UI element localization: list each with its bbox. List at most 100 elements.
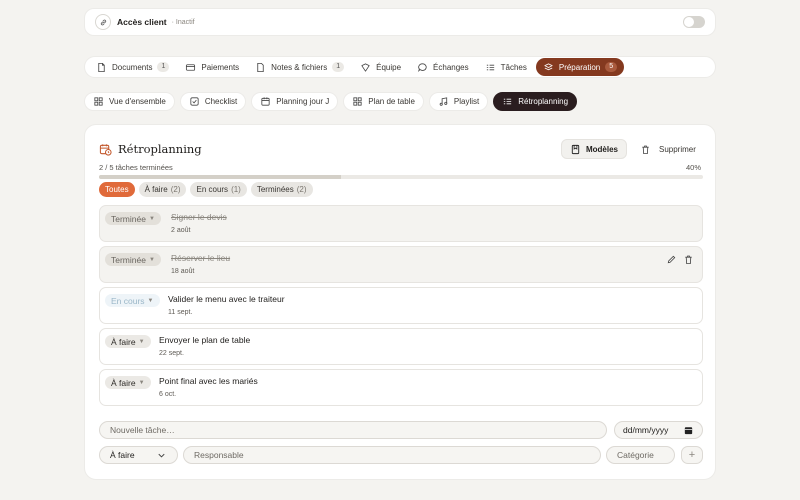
chevron-down-icon: ▼: [138, 379, 145, 386]
filter-label: En cours: [196, 185, 229, 194]
filter-a-faire[interactable]: À faire (2): [138, 182, 187, 197]
owner-input[interactable]: Responsable: [183, 446, 601, 464]
new-task-placeholder: Nouvelle tâche…: [110, 425, 175, 435]
task-row[interactable]: Terminée ▼ Signer le devis 2 août: [99, 205, 703, 242]
task-row[interactable]: À faire ▼ Envoyer le plan de table 22 sep…: [99, 328, 703, 365]
owner-placeholder: Responsable: [194, 450, 244, 460]
subtab-vue-ensemble[interactable]: Vue d'ensemble: [84, 92, 175, 111]
new-task-input[interactable]: Nouvelle tâche…: [99, 421, 607, 439]
chevron-down-icon: ▼: [138, 338, 145, 345]
chevron-down-icon: [156, 450, 167, 461]
task-date: 2 août: [171, 227, 191, 234]
team-icon: [360, 62, 371, 73]
status-select[interactable]: À faire: [99, 446, 178, 464]
date-placeholder: dd/mm/yyyy: [623, 425, 669, 435]
date-input[interactable]: dd/mm/yyyy: [614, 421, 703, 439]
edit-icon[interactable]: [666, 254, 677, 265]
subtab-checklist[interactable]: Checklist: [179, 92, 247, 111]
delete-label: Supprimer: [659, 144, 696, 154]
progress-text: 2 / 5 tâches terminées: [99, 163, 173, 172]
toggle-knob: [684, 17, 694, 27]
add-task-button[interactable]: +: [681, 446, 703, 464]
task-date: 18 août: [171, 268, 195, 275]
filter-label: Terminées: [256, 185, 294, 194]
chevron-down-icon: ▼: [147, 297, 154, 304]
checkbox-icon: [189, 96, 200, 107]
task-status-label: À faire: [111, 377, 136, 388]
checklist-icon: [485, 62, 496, 73]
task-status-select[interactable]: À faire ▼: [105, 335, 151, 348]
models-label: Modèles: [585, 144, 618, 154]
task-title: Point final avec les mariés: [159, 376, 258, 386]
trash-icon: [640, 144, 651, 155]
chat-icon: [417, 62, 428, 73]
tab-count: 5: [605, 62, 618, 72]
filter-toutes[interactable]: Toutes: [99, 182, 135, 197]
tab-documents[interactable]: Documents 1: [89, 58, 176, 76]
subtab-label: Planning jour J: [276, 97, 330, 106]
tab-count: 1: [332, 62, 345, 72]
tab-taches[interactable]: Tâches: [478, 58, 534, 76]
task-date: 6 oct.: [159, 391, 177, 398]
subtab-label: Vue d'ensemble: [109, 97, 166, 106]
tab-equipe[interactable]: Équipe: [353, 58, 408, 76]
subtab-plan-de-table[interactable]: Plan de table: [343, 92, 424, 111]
tab-label: Préparation: [558, 62, 601, 72]
plus-icon: +: [688, 449, 696, 461]
task-status-select[interactable]: En cours ▼: [105, 294, 160, 307]
task-title: Envoyer le plan de table: [159, 335, 251, 345]
task-status-label: À faire: [111, 336, 136, 347]
models-button[interactable]: Modèles: [561, 139, 627, 159]
layers-icon: [543, 62, 554, 73]
status-select-value: À faire: [110, 450, 135, 460]
client-access-title: Accès client: [117, 17, 167, 27]
filter-label: Toutes: [105, 185, 129, 194]
tab-paiements[interactable]: Paiements: [178, 58, 246, 76]
link-icon: [95, 14, 111, 30]
task-title: Signer le devis: [171, 212, 227, 222]
client-access-toggle[interactable]: [683, 16, 705, 28]
calendar-icon[interactable]: [683, 425, 694, 436]
task-actions: [666, 254, 694, 265]
file-icon: [96, 62, 107, 73]
calendar-clock-icon: [99, 143, 112, 156]
status-filters: Toutes À faire (2) En cours (1) Terminées(…: [99, 182, 313, 197]
task-title: Réserver le lieu: [171, 253, 231, 263]
chevron-down-icon: ▼: [148, 215, 155, 222]
panel-title: Rétroplanning: [118, 142, 202, 156]
tab-notes-fichiers[interactable]: Notes & fichiers 1: [248, 58, 351, 76]
task-title: Valider le menu avec le traiteur: [168, 294, 285, 304]
task-status-label: En cours: [111, 295, 145, 306]
task-status-label: Terminée: [111, 213, 146, 224]
subtab-planning-jour-j[interactable]: Planning jour J: [251, 92, 339, 111]
task-status-select[interactable]: À faire ▼: [105, 376, 151, 389]
task-date: 11 sept.: [168, 309, 193, 316]
music-icon: [438, 96, 449, 107]
trash-icon[interactable]: [683, 254, 694, 265]
category-input[interactable]: Catégorie: [606, 446, 675, 464]
task-status-select[interactable]: Terminée ▼: [105, 212, 161, 225]
task-row[interactable]: En cours ▼ Valider le menu avec le traite…: [99, 287, 703, 324]
delete-button[interactable]: Supprimer: [637, 139, 696, 159]
category-placeholder: Catégorie: [617, 450, 654, 460]
filter-count: (1): [231, 185, 241, 194]
subtab-label: Playlist: [453, 97, 480, 106]
subtab-retroplanning[interactable]: Rétroplanning: [493, 92, 578, 111]
chevron-down-icon: ▼: [148, 256, 155, 263]
filter-terminees[interactable]: Terminées (2): [250, 182, 313, 197]
sub-tabs: Vue d'ensemble Checklist Planning jour J…: [84, 92, 578, 111]
subtab-label: Checklist: [204, 97, 238, 106]
note-icon: [255, 62, 266, 73]
filter-count: (2): [296, 185, 307, 194]
task-row[interactable]: Terminée ▼ Réserver le lieu 18 août: [99, 246, 703, 283]
task-status-select[interactable]: Terminée ▼: [105, 253, 161, 266]
tab-count: 1: [157, 62, 170, 72]
progress-percent: 40%: [685, 163, 701, 172]
subtab-label: Plan de table: [368, 97, 415, 106]
tab-preparation[interactable]: Préparation 5: [535, 58, 625, 76]
subtab-label: Rétroplanning: [518, 97, 569, 106]
filter-en-cours[interactable]: En cours (1): [190, 182, 247, 197]
tab-echanges[interactable]: Échanges: [410, 58, 476, 76]
subtab-playlist[interactable]: Playlist: [428, 92, 489, 111]
task-row[interactable]: À faire ▼ Point final avec les mariés 6 o…: [99, 369, 703, 406]
